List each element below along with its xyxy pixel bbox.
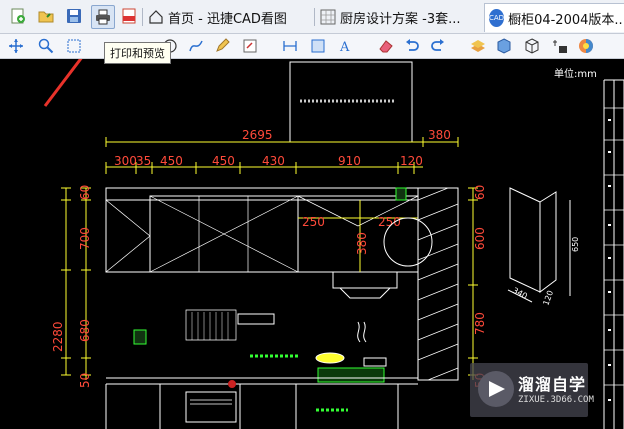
tab-home-label: 首页 - 迅捷CAD看图 [168,11,287,27]
tab-kitchen-design-label: 厨房设计方案 -3套... [340,11,461,27]
red-marker [228,380,236,388]
right-table [603,79,624,429]
watermark-url: ZIXUE.3D66.COM [518,395,594,405]
pot-right [363,357,387,367]
outlet-marker-top [395,187,407,201]
side-panel-edge [539,191,557,293]
watermark-logo [478,371,514,407]
towel-rack [237,313,275,325]
eraser-icon[interactable] [376,36,396,56]
cad-icon: CAD [489,9,505,27]
wall-column [417,187,459,381]
print-preview-tooltip: 打印和预览 [104,42,171,64]
block-icon[interactable] [522,36,542,56]
dimension-icon[interactable] [280,36,300,56]
upper-cabinet-1 [105,199,151,273]
dim-inner-1: 250 [302,215,325,229]
pencil-icon[interactable] [212,36,232,56]
outlet-marker-left [133,329,147,345]
range-hood [332,271,398,289]
tab-cabinet[interactable]: CAD 橱柜04-2004版本... [484,3,624,32]
dim-seg-1: 300 [114,154,137,168]
dim-right-1: 60 [473,185,487,200]
tool-bar: A [0,34,624,59]
watermark-title: 溜溜自学 [518,375,587,394]
right-dim-line [468,187,478,380]
right-table-text [608,119,611,401]
switch-background-icon[interactable] [550,36,570,56]
cabinet-1-door-lines [105,199,151,273]
exhaust-duct-circle [383,217,433,267]
tab-home[interactable]: 首页 - 迅捷CAD看图 [148,3,308,31]
oven [185,391,237,423]
base-cabinets [105,384,399,429]
dim-right-2: 600 [473,227,487,250]
tab-separator [142,8,143,26]
dim-left-2: 700 [78,227,92,250]
svg-text:A: A [339,40,350,54]
spline-icon[interactable] [186,36,206,56]
text-icon[interactable]: A [336,36,356,56]
dim-left-1: 60 [78,185,92,200]
cube-3d-icon[interactable] [494,36,514,56]
markup-icon[interactable] [240,36,260,56]
print-preview-button[interactable] [91,5,115,29]
dim-seg-7: 120 [400,154,423,168]
tab-bar: 首页 - 迅捷CAD看图 厨房设计方案 -3套... CAD 橱柜04-2004… [0,0,624,34]
area-measure-icon[interactable] [308,36,328,56]
pot-left [315,352,345,364]
save-icon[interactable] [64,6,84,26]
dim-left-3: 680 [78,319,92,342]
steam [357,321,367,343]
dim-left-total: 2280 [51,321,65,352]
home-icon [149,10,163,24]
new-icon[interactable] [8,6,28,26]
unit-label: 单位:mm [554,67,597,80]
dish-rack-slots [191,312,229,340]
segment-dim-ticks [105,162,415,174]
wall-hatch [417,187,459,381]
grid-doc-icon [320,9,336,25]
pan-icon[interactable] [6,36,26,56]
glass-door-lines [149,195,299,273]
dim-inner-2: 380 [355,232,369,255]
export-pdf-icon[interactable] [119,6,139,26]
watermark: 溜溜自学 ZIXUE.3D66.COM [470,363,594,417]
dim-side-3: 120 [541,289,555,306]
left-dim-line-2 [81,187,91,380]
dim-side-1: 650 [571,237,580,252]
dim-top-right: 380 [428,128,451,142]
tab-separator [314,8,315,26]
annotation-arrow [43,59,83,107]
tab-cabinet-label: 橱柜04-2004版本... [508,12,624,28]
dim-seg-4: 450 [212,154,235,168]
dim-seg-3: 450 [160,154,183,168]
undo-icon[interactable] [402,36,422,56]
layer-icon[interactable] [468,36,488,56]
dim-left-4: 50 [78,373,92,388]
side-panel [509,187,541,293]
zoom-icon[interactable] [36,36,56,56]
zoom-window-icon[interactable] [64,36,84,56]
cabinet-crown [105,187,419,201]
cooktop [317,367,385,383]
oven-lines [190,399,232,405]
color-picker-icon[interactable] [576,36,596,56]
dish-rack [185,309,237,341]
tab-kitchen-design[interactable]: 厨房设计方案 -3套... [320,3,480,31]
dim-seg-5: 430 [262,154,285,168]
open-icon[interactable] [36,6,56,26]
redo-icon[interactable] [428,36,448,56]
dim-right-3: 780 [473,312,487,335]
dim-seg-6: 910 [338,154,361,168]
range-hood-base [339,287,391,299]
dim-top-total: 2695 [242,128,273,142]
dim-seg-2: 35 [136,154,151,168]
